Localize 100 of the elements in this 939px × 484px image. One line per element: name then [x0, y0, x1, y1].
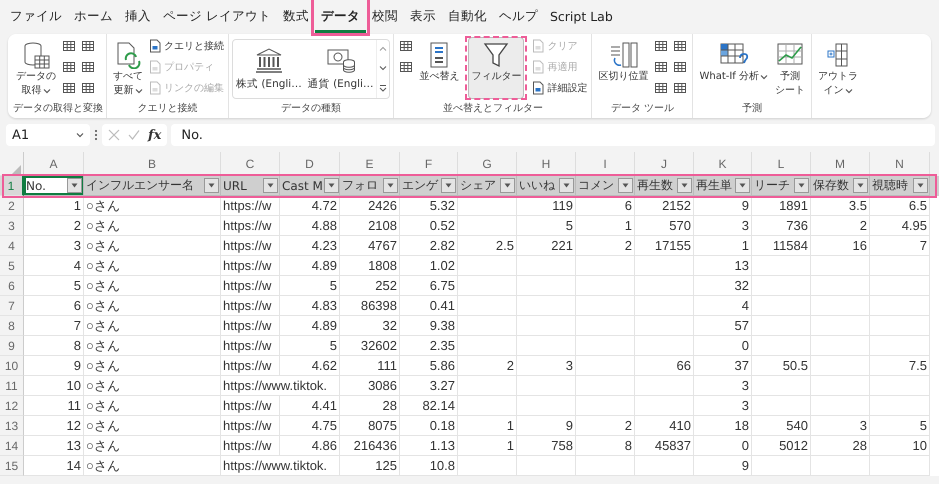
- dropdown-arrow-icon: [387, 183, 394, 188]
- dropdown-arrow-icon: [208, 183, 215, 188]
- table-cell: 5: [280, 336, 340, 356]
- expand-icon: [379, 84, 388, 92]
- scroll-down-button[interactable]: [379, 64, 388, 71]
- table-cell: 4.41: [280, 396, 340, 416]
- table-cell: 16: [811, 236, 870, 256]
- more-button[interactable]: [379, 84, 388, 92]
- empty-cell: [870, 456, 930, 476]
- filter-dropdown-button[interactable]: [263, 178, 278, 193]
- ribbon-button[interactable]: What-If 分析: [696, 37, 771, 99]
- filter-dropdown-button[interactable]: [677, 178, 692, 193]
- table-cell: ○さん: [84, 336, 221, 356]
- ribbon-tab[interactable]: ホーム: [68, 2, 119, 32]
- table-cell: 3: [24, 236, 84, 256]
- empty-cell: [458, 296, 517, 316]
- filter-dropdown-button[interactable]: [735, 178, 750, 193]
- empty-cell: [576, 356, 635, 376]
- empty-cell: [517, 376, 576, 396]
- table-cell: 2: [811, 216, 870, 236]
- ribbon-tab[interactable]: ヘルプ: [492, 2, 544, 32]
- empty-cell: [635, 256, 694, 276]
- filter-dropdown-button[interactable]: [618, 178, 633, 193]
- empty-cell: [576, 316, 635, 336]
- empty-cell: [517, 456, 576, 476]
- table-cell: 82.14: [400, 396, 458, 416]
- ribbon-button[interactable]: 予測 シート: [772, 37, 808, 99]
- corner-triangle-icon: [11, 165, 21, 175]
- empty-cell: [458, 276, 517, 296]
- filter-dropdown-button[interactable]: [913, 178, 928, 193]
- ribbon-button[interactable]: フィルター: [468, 37, 524, 99]
- filter-dropdown-button[interactable]: [67, 178, 82, 193]
- filter-dropdown-button[interactable]: [204, 178, 219, 193]
- formula-field[interactable]: No.: [171, 124, 935, 146]
- filter-dropdown-button[interactable]: [383, 178, 398, 193]
- table-cell: 9: [24, 356, 84, 376]
- table-cell: 111: [340, 356, 400, 376]
- empty-cell: [576, 336, 635, 356]
- row-number: 11: [0, 376, 24, 396]
- dropdown-arrow-icon: [445, 183, 452, 188]
- table-cell: 10: [24, 376, 84, 396]
- filter-dropdown-button[interactable]: [853, 178, 868, 193]
- table-cell: 45837: [635, 436, 694, 456]
- sheet-icon: [62, 81, 76, 95]
- table-cell: 2.82: [400, 236, 458, 256]
- table-cell: 9.38: [400, 316, 458, 336]
- table-cell: 4.86: [280, 436, 340, 456]
- insert-function-button[interactable]: fx: [148, 128, 162, 142]
- table-cell: 1: [24, 196, 84, 216]
- table-cell: 2108: [340, 216, 400, 236]
- filter-dropdown-button[interactable]: [324, 178, 339, 193]
- bank-icon: [254, 47, 283, 73]
- table-cell: 4: [694, 296, 752, 316]
- ribbon-tab[interactable]: 挿入: [119, 2, 157, 32]
- ribbon-tab[interactable]: ファイル: [4, 2, 68, 32]
- dropdown-arrow-icon: [504, 183, 511, 188]
- select-all-button[interactable]: [0, 152, 24, 176]
- name-box[interactable]: A1: [6, 124, 90, 146]
- column-heading: 再生単: [696, 177, 732, 194]
- ribbon-button[interactable]: すべて 更新: [110, 37, 146, 99]
- table-cell: 86398: [340, 296, 400, 316]
- table-cell: 3: [694, 216, 752, 236]
- ribbon-tab[interactable]: Script Lab: [544, 2, 619, 32]
- ribbon-button[interactable]: アウトラ イン: [815, 37, 861, 99]
- ribbon-button[interactable]: データの 取得: [13, 37, 59, 99]
- column-heading: いいね: [519, 177, 555, 194]
- ribbon-button[interactable]: 詳細設定: [530, 79, 588, 97]
- group-label: データの種類: [281, 103, 342, 114]
- sheet-icon: [81, 39, 95, 53]
- filter-dropdown-button[interactable]: [441, 178, 456, 193]
- sheet-icon: [81, 60, 95, 74]
- caret-icon: [76, 132, 84, 138]
- table-cell: 3.5: [811, 196, 870, 216]
- filter-icon: [482, 41, 510, 69]
- filter-dropdown-button[interactable]: [794, 178, 809, 193]
- ribbon-tab[interactable]: 数式: [276, 2, 315, 32]
- ribbon-tab[interactable]: 校閲: [366, 2, 404, 32]
- table-cell: 13: [24, 436, 84, 456]
- table-cell: 32: [340, 316, 400, 336]
- scroll-up-button[interactable]: [379, 46, 388, 52]
- table-cell: ○さん: [84, 196, 221, 216]
- gallery-item[interactable]: 通貨 (Engli…: [304, 40, 376, 98]
- table-cell: 7.5: [870, 356, 930, 376]
- ribbon-tab[interactable]: 表示: [404, 2, 442, 32]
- table-cell: 4.95: [870, 216, 930, 236]
- table-cell: 2.35: [400, 336, 458, 356]
- ribbon-button[interactable]: 区切り位置: [595, 37, 652, 99]
- row-number: 14: [0, 436, 24, 456]
- filter-dropdown-button[interactable]: [559, 178, 574, 193]
- empty-cell: [458, 316, 517, 336]
- ribbon-tab[interactable]: ページ レイアウト: [157, 2, 277, 32]
- dropdown-arrow-icon: [622, 183, 629, 188]
- ribbon-tab[interactable]: 自動化: [442, 2, 493, 32]
- row-number: 1: [0, 176, 24, 196]
- ribbon-button[interactable]: 並べ替え: [416, 37, 462, 99]
- filter-dropdown-button[interactable]: [500, 178, 515, 193]
- empty-cell: [635, 296, 694, 316]
- gallery-item[interactable]: 株式 (Engli…: [233, 40, 305, 98]
- ribbon-button[interactable]: クエリと接続: [147, 37, 225, 55]
- table-cell: 4.23: [280, 236, 340, 256]
